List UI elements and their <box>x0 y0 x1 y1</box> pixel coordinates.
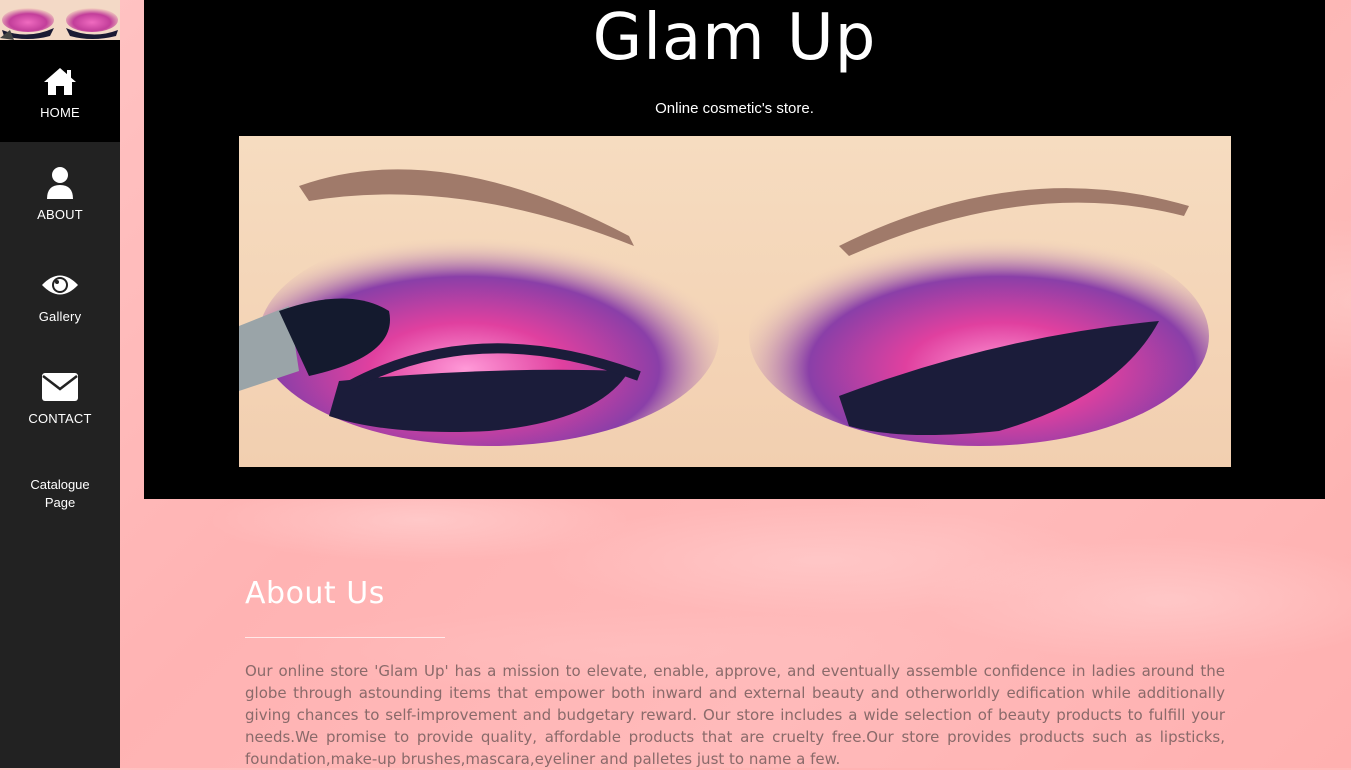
nav-about-label: ABOUT <box>37 206 83 222</box>
header-banner: Glam Up Online cosmetic's store. <box>144 0 1325 499</box>
nav-contact-label: CONTACT <box>28 410 92 426</box>
nav-contact[interactable]: CONTACT <box>0 346 120 448</box>
home-icon <box>43 63 77 99</box>
nav-gallery-label: Gallery <box>38 308 82 324</box>
nav-catalogue-label-line2: Page <box>44 495 76 510</box>
site-subtitle: Online cosmetic's store. <box>655 100 814 117</box>
nav-catalogue[interactable]: Catalogue Page <box>0 448 120 512</box>
about-divider <box>245 637 445 638</box>
site-title: Glam Up <box>592 1 877 75</box>
sidebar: HOME ABOUT Gallery CONTACT Catalogue Pag… <box>0 0 120 768</box>
nav-catalogue-label-line1: Catalogue <box>30 477 90 492</box>
nav-about[interactable]: ABOUT <box>0 142 120 244</box>
about-paragraph: Our online store 'Glam Up' has a mission… <box>245 662 1225 768</box>
nav-gallery[interactable]: Gallery <box>0 244 120 346</box>
nav-home[interactable]: HOME <box>0 40 120 142</box>
user-icon <box>45 165 75 201</box>
eye-icon <box>41 267 79 303</box>
logo-image[interactable] <box>0 0 120 40</box>
nav-home-label: HOME <box>40 104 80 120</box>
envelope-icon <box>41 369 79 405</box>
hero-image <box>239 136 1231 467</box>
about-heading: About Us <box>245 576 385 611</box>
